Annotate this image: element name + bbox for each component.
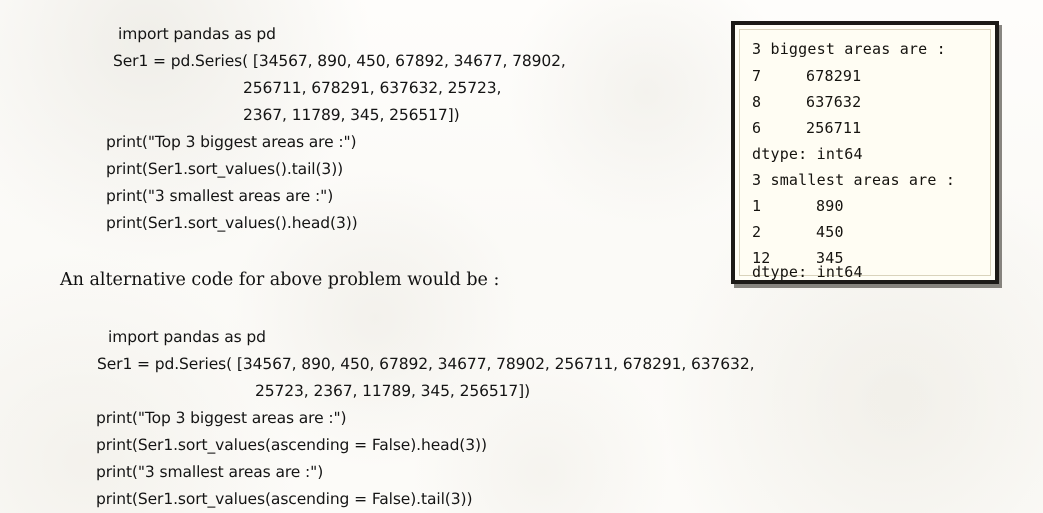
code-line-print-biggest-header-2: print("Top 3 biggest areas are :") (96, 409, 347, 427)
code-line-print-head-1: print(Ser1.sort_values().head(3)) (106, 214, 358, 232)
code-line-series-decl-2: Ser1 = pd.Series( [34567, 890, 450, 6789… (97, 355, 755, 373)
output-row-index: 7 (752, 67, 762, 85)
code-line-print-tail-1: print(Ser1.sort_values().tail(3)) (106, 160, 344, 178)
output-row-value: 450 (816, 223, 844, 241)
output-row-index: 2 (752, 223, 762, 241)
output-row-index: 6 (752, 119, 762, 137)
output-row-value: 678291 (806, 67, 862, 85)
output-dtype-smallest: dtype: int64 (752, 263, 863, 281)
code-line-print-biggest-header-1: print("Top 3 biggest areas are :") (106, 133, 357, 151)
output-row-value: 890 (816, 197, 844, 215)
code-line-print-tail-desc-2: print(Ser1.sort_values(ascending = False… (96, 490, 473, 508)
code-line-series-decl-1: Ser1 = pd.Series( [34567, 890, 450, 6789… (113, 52, 566, 70)
alternative-code-intro: An alternative code for above problem wo… (60, 270, 500, 290)
code-line-print-head-desc-2: print(Ser1.sort_values(ascending = False… (96, 436, 487, 454)
code-line-series-cont-1a: 256711, 678291, 637632, 25723, (243, 79, 502, 97)
output-header-smallest: 3 smallest areas are : (752, 171, 956, 189)
code-line-import-2: import pandas as pd (108, 328, 266, 346)
output-dtype-biggest: dtype: int64 (752, 145, 863, 163)
output-row-value: 256711 (806, 119, 862, 137)
code-line-series-cont-2: 25723, 2367, 11789, 345, 256517]) (255, 382, 531, 400)
scanned-page: import pandas as pd Ser1 = pd.Series( [3… (0, 0, 1043, 513)
output-header-biggest: 3 biggest areas are : (752, 40, 946, 58)
output-row-value: 637632 (806, 93, 862, 111)
output-box-inner-frame: 3 biggest areas are : 7 678291 8 637632 … (739, 29, 991, 280)
output-row-index: 1 (752, 197, 762, 215)
output-row-index: 8 (752, 93, 762, 111)
output-box: 3 biggest areas are : 7 678291 8 637632 … (731, 21, 999, 284)
code-line-print-smallest-header-1: print("3 smallest areas are :") (106, 187, 334, 205)
code-line-import-1: import pandas as pd (118, 25, 276, 43)
code-line-print-smallest-header-2: print("3 smallest areas are :") (96, 463, 324, 481)
code-line-series-cont-1b: 2367, 11789, 345, 256517]) (243, 106, 460, 124)
